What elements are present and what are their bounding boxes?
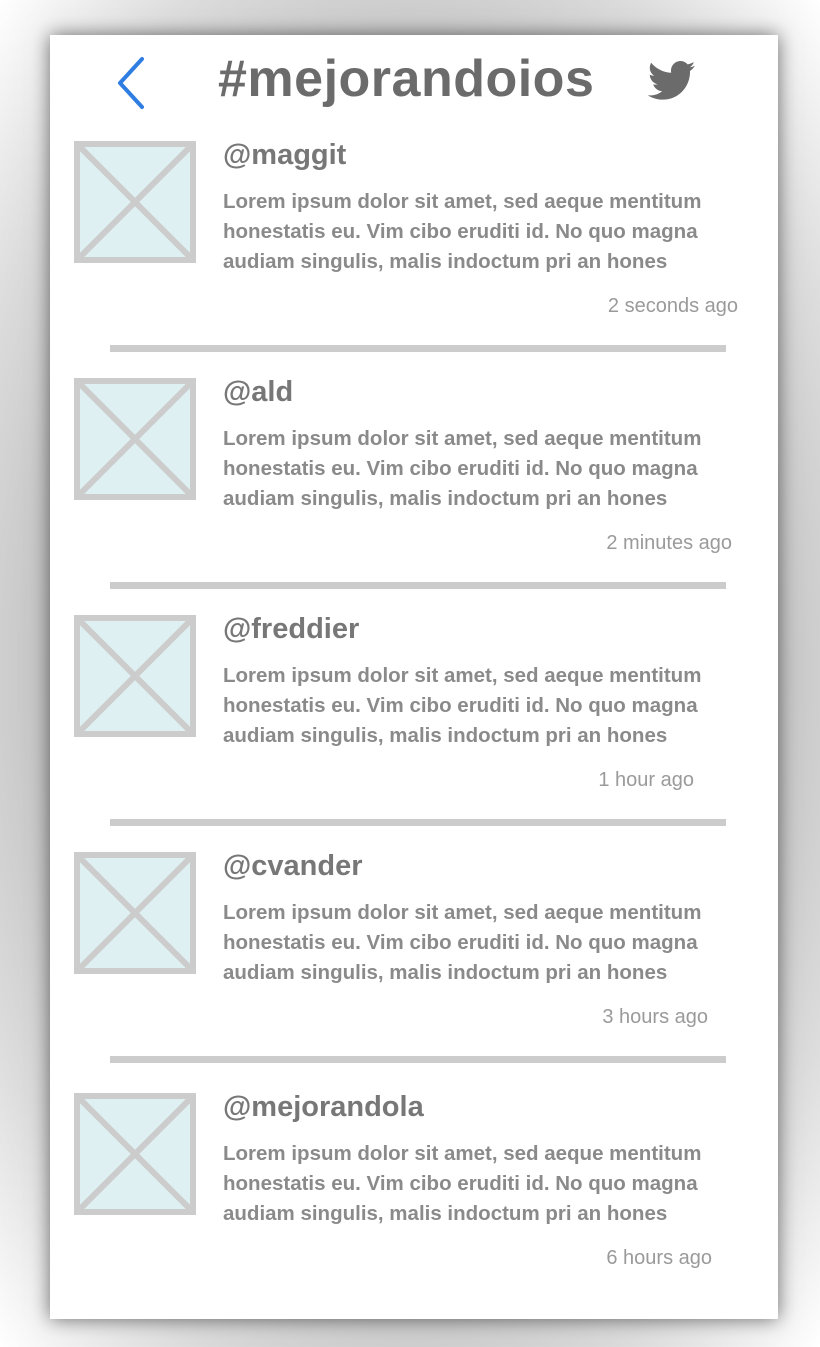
page-title: #mejorandoios [218,50,595,108]
twitter-bird-icon[interactable] [648,61,696,101]
tweet-item[interactable]: @freddier Lorem ipsum dolor sit amet, se… [50,609,778,845]
tweet-timestamp: 2 seconds ago [607,295,738,317]
back-button[interactable] [112,53,152,113]
tweet-item[interactable]: @mejorandola Lorem ipsum dolor sit amet,… [50,1087,778,1323]
tweet-item[interactable]: @maggit Lorem ipsum dolor sit amet, sed … [50,135,778,371]
chevron-left-icon [118,57,144,109]
tweet-text: Lorem ipsum dolor sit amet, sed aeque me… [223,427,702,510]
tweet-text: Lorem ipsum dolor sit amet, sed aeque me… [223,190,702,273]
tweet-handle[interactable]: @maggit [223,139,346,172]
tweet-item[interactable]: @cvander Lorem ipsum dolor sit amet, sed… [50,846,778,1082]
divider [110,819,726,826]
avatar-placeholder-icon [74,141,196,263]
tweet-handle[interactable]: @freddier [223,613,359,646]
avatar-placeholder-icon [74,615,196,737]
tweet-handle[interactable]: @mejorandola [223,1091,424,1124]
divider [110,582,726,589]
tweet-text: Lorem ipsum dolor sit amet, sed aeque me… [223,901,702,984]
tweet-timestamp: 3 hours ago [602,1006,708,1028]
avatar-placeholder-icon [74,852,196,974]
tweet-text: Lorem ipsum dolor sit amet, sed aeque me… [223,664,702,747]
tweet-handle[interactable]: @ald [223,376,293,409]
tweet-timestamp: 6 hours ago [606,1247,712,1269]
tweet-text: Lorem ipsum dolor sit amet, sed aeque me… [223,1142,702,1225]
divider [110,1056,726,1063]
avatar-placeholder-icon [74,1093,196,1215]
divider [110,345,726,352]
phone-screen: #mejorandoios @maggit Lorem ipsum dolor … [50,35,778,1319]
tweet-item[interactable]: @ald Lorem ipsum dolor sit amet, sed aeq… [50,372,778,608]
tweet-timestamp: 2 minutes ago [606,532,732,554]
tweet-handle[interactable]: @cvander [223,850,363,883]
nav-header: #mejorandoios [50,35,778,135]
tweet-timestamp: 1 hour ago [598,769,694,791]
avatar-placeholder-icon [74,378,196,500]
